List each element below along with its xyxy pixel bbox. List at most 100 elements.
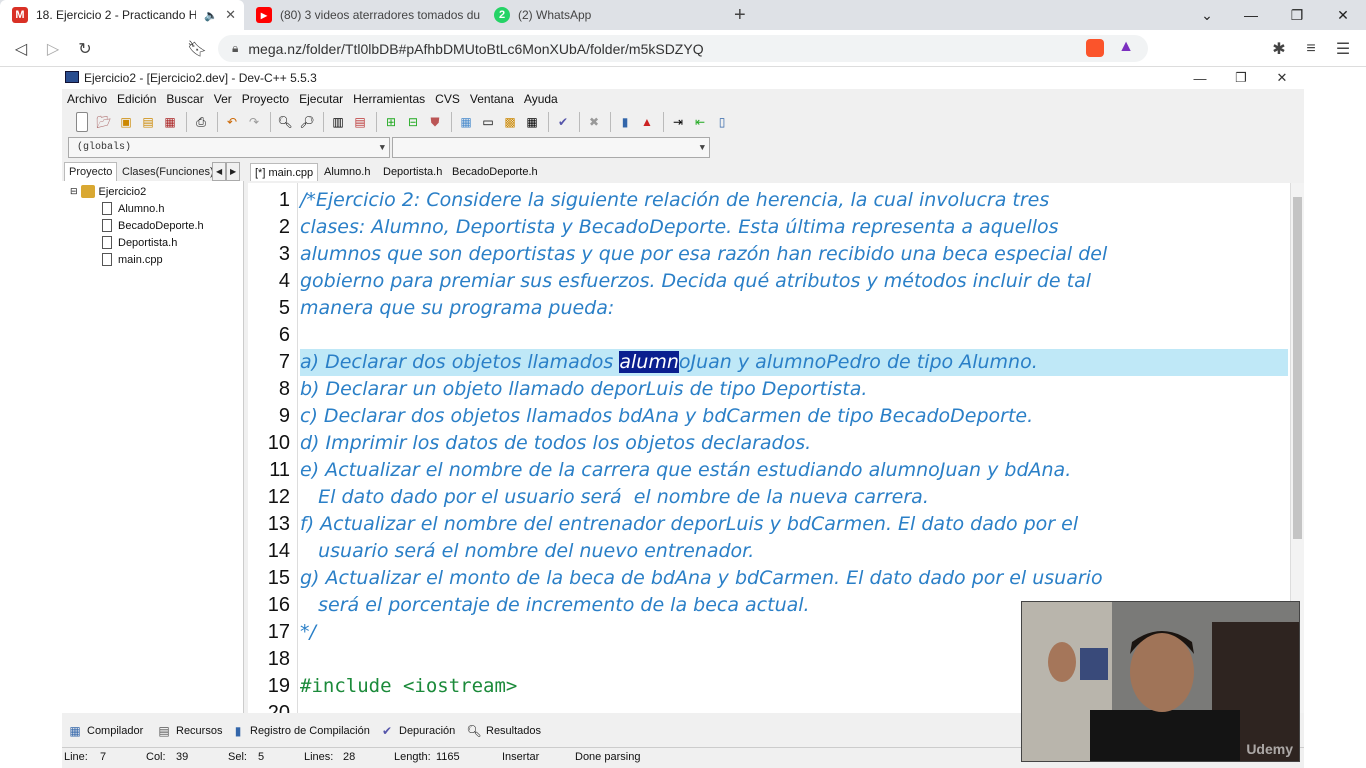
close-file-icon[interactable]: ▦ bbox=[160, 112, 180, 132]
compile-run-icon[interactable]: ▩ bbox=[500, 112, 520, 132]
function-combo[interactable]: ▼ bbox=[392, 137, 710, 158]
menu-icon[interactable]: ☰ bbox=[1330, 36, 1356, 62]
speaker-icon[interactable]: 🔈 bbox=[204, 9, 218, 22]
extensions-icon[interactable]: ✱ bbox=[1266, 36, 1292, 62]
menu-ver[interactable]: Ver bbox=[214, 92, 232, 106]
browser-tab[interactable]: 2 (2) WhatsApp bbox=[482, 0, 720, 30]
status-sel-label: Sel: bbox=[228, 751, 247, 763]
tab-recursos[interactable]: ▤ Recursos bbox=[157, 722, 222, 740]
devcpp-app-icon bbox=[65, 71, 79, 83]
tab-search-icon[interactable]: ⌄ bbox=[1184, 0, 1230, 30]
browser-tab-active[interactable]: M 18. Ejercicio 2 - Practicando H 🔈 ✕ bbox=[0, 0, 244, 30]
bookmark-icon[interactable]: 🔖︎ bbox=[184, 36, 210, 62]
file-icon bbox=[102, 236, 112, 249]
project-add-icon[interactable]: ⊞ bbox=[381, 112, 401, 132]
tab-proyecto[interactable]: Proyecto bbox=[64, 162, 118, 181]
editor-tab-becadodeporte[interactable]: BecadoDeporte.h bbox=[448, 163, 542, 181]
new-tab-button[interactable]: + bbox=[728, 0, 758, 30]
redo-icon[interactable]: ↷ bbox=[244, 112, 264, 132]
forward-icon[interactable]: ▷ bbox=[40, 36, 66, 62]
panel-tabs: Proyecto Clases(Funciones) ◀ ▶ bbox=[62, 161, 244, 181]
code-line: usuario será el nombre del nuevo entrena… bbox=[300, 540, 755, 562]
tree-file[interactable]: Alumno.h bbox=[102, 200, 164, 217]
line-number: 4 bbox=[278, 270, 290, 292]
tab-scroll-right-icon[interactable]: ▶ bbox=[226, 162, 241, 181]
editor-tab-main[interactable]: [*] main.cpp bbox=[250, 163, 319, 181]
project-remove-icon[interactable]: ⊟ bbox=[403, 112, 423, 132]
compile-icon[interactable]: ▦ bbox=[456, 112, 476, 132]
tree-file[interactable]: main.cpp bbox=[102, 251, 163, 268]
unindent-icon[interactable]: ▤ bbox=[350, 112, 370, 132]
browser-tab[interactable]: ▶ (80) 3 videos aterradores tomados du bbox=[244, 0, 482, 30]
tab-label: Resultados bbox=[486, 725, 542, 737]
menu-archivo[interactable]: Archivo bbox=[67, 92, 107, 106]
collapse-icon[interactable]: ⊟ bbox=[70, 186, 78, 197]
tab-scroll-left-icon[interactable]: ◀ bbox=[212, 162, 227, 181]
minimize-button[interactable]: — bbox=[1228, 0, 1274, 30]
project-panel: Proyecto Clases(Funciones) ◀ ▶ ⊟ Ejercic… bbox=[62, 161, 244, 713]
open-icon[interactable]: 📂︎ bbox=[94, 112, 114, 132]
code-line: e) Actualizar el nombre de la carrera qu… bbox=[300, 459, 1072, 481]
print-icon[interactable]: ⎙ bbox=[191, 112, 211, 132]
replace-icon[interactable]: 🔎︎ bbox=[297, 112, 317, 132]
toolbar-separator bbox=[548, 112, 549, 132]
tab-compilador[interactable]: ▦ Compilador bbox=[68, 722, 143, 740]
profile-icon[interactable]: ▲ bbox=[637, 112, 657, 132]
menu-edicion[interactable]: Edición bbox=[117, 92, 156, 106]
menu-ventana[interactable]: Ventana bbox=[470, 92, 514, 106]
run-icon[interactable]: ▭ bbox=[478, 112, 498, 132]
menu-buscar[interactable]: Buscar bbox=[166, 92, 203, 106]
save-icon[interactable]: ▣ bbox=[116, 112, 136, 132]
tab-registro[interactable]: ▮ Registro de Compilación bbox=[231, 722, 370, 740]
menu-ayuda[interactable]: Ayuda bbox=[524, 92, 558, 106]
devcpp-close-button[interactable]: ✕ bbox=[1262, 67, 1302, 89]
code-text: a) Declarar dos objetos llamados bbox=[300, 351, 620, 373]
undo-icon[interactable]: ↶ bbox=[222, 112, 242, 132]
reload-icon[interactable]: ↻ bbox=[72, 36, 98, 62]
code-line: d) Imprimir los datos de todos los objet… bbox=[300, 432, 812, 454]
status-line: 7 bbox=[100, 751, 107, 763]
scrollbar-thumb[interactable] bbox=[1293, 197, 1302, 539]
address-bar[interactable]: 🔒︎ mega.nz/folder/Ttl0lbDB#pAfhbDMUtoBtL… bbox=[218, 35, 1148, 62]
brave-shield-icon[interactable] bbox=[1086, 39, 1104, 57]
back-icon[interactable]: ◁ bbox=[8, 36, 34, 62]
tree-file[interactable]: BecadoDeporte.h bbox=[102, 217, 204, 234]
toolbar-separator bbox=[376, 112, 377, 132]
devcpp-minimize-button[interactable]: — bbox=[1180, 67, 1220, 89]
find-icon[interactable]: 🔍︎ bbox=[275, 112, 295, 132]
scope-combo[interactable]: (globals) ▼ bbox=[68, 137, 390, 158]
exit-icon[interactable]: ▯ bbox=[712, 112, 732, 132]
status-line-label: Line: bbox=[64, 751, 88, 763]
menu-herramientas[interactable]: Herramientas bbox=[353, 92, 425, 106]
syntax-check-icon[interactable]: ✔ bbox=[553, 112, 573, 132]
brave-rewards-icon[interactable]: ▲ bbox=[1118, 38, 1134, 56]
tab-depuracion[interactable]: ✔ Depuración bbox=[380, 722, 455, 740]
restore-button[interactable]: ❐ bbox=[1274, 0, 1320, 30]
menu-ejecutar[interactable]: Ejecutar bbox=[299, 92, 343, 106]
code-line: f) Actualizar el nombre del entrenador d… bbox=[300, 513, 1079, 535]
playlist-icon[interactable]: ≡ bbox=[1298, 36, 1324, 62]
menu-proyecto[interactable]: Proyecto bbox=[242, 92, 289, 106]
project-options-icon[interactable]: ⛊ bbox=[425, 112, 445, 132]
new-file-icon[interactable] bbox=[76, 112, 88, 132]
rebuild-icon[interactable]: ▦ bbox=[522, 112, 542, 132]
tab-clases[interactable]: Clases(Funciones) bbox=[118, 162, 218, 181]
devcpp-restore-button[interactable]: ❐ bbox=[1221, 67, 1261, 89]
editor-tab-deportista[interactable]: Deportista.h bbox=[379, 163, 446, 181]
menu-cvs[interactable]: CVS bbox=[435, 92, 460, 106]
close-window-button[interactable]: ✕ bbox=[1320, 0, 1366, 30]
chevron-down-icon: ▼ bbox=[699, 142, 705, 153]
editor-tab-alumno[interactable]: Alumno.h bbox=[320, 163, 374, 181]
line-number: 15 bbox=[267, 567, 290, 589]
tab-resultados[interactable]: 🔍︎ Resultados bbox=[466, 722, 542, 740]
indent-icon[interactable]: ▥ bbox=[328, 112, 348, 132]
line-number: 10 bbox=[267, 432, 290, 454]
goto-icon[interactable]: ⇥ bbox=[668, 112, 688, 132]
bookmark-goto-icon[interactable]: ⇤ bbox=[690, 112, 710, 132]
tree-file[interactable]: Deportista.h bbox=[102, 234, 177, 251]
chart-icon[interactable]: ▮ bbox=[615, 112, 635, 132]
stop-icon[interactable]: ✖ bbox=[584, 112, 604, 132]
save-all-icon[interactable]: ▤ bbox=[138, 112, 158, 132]
close-tab-icon[interactable]: ✕ bbox=[225, 7, 236, 23]
tree-project-node[interactable]: ⊟ Ejercicio2 bbox=[70, 183, 146, 200]
